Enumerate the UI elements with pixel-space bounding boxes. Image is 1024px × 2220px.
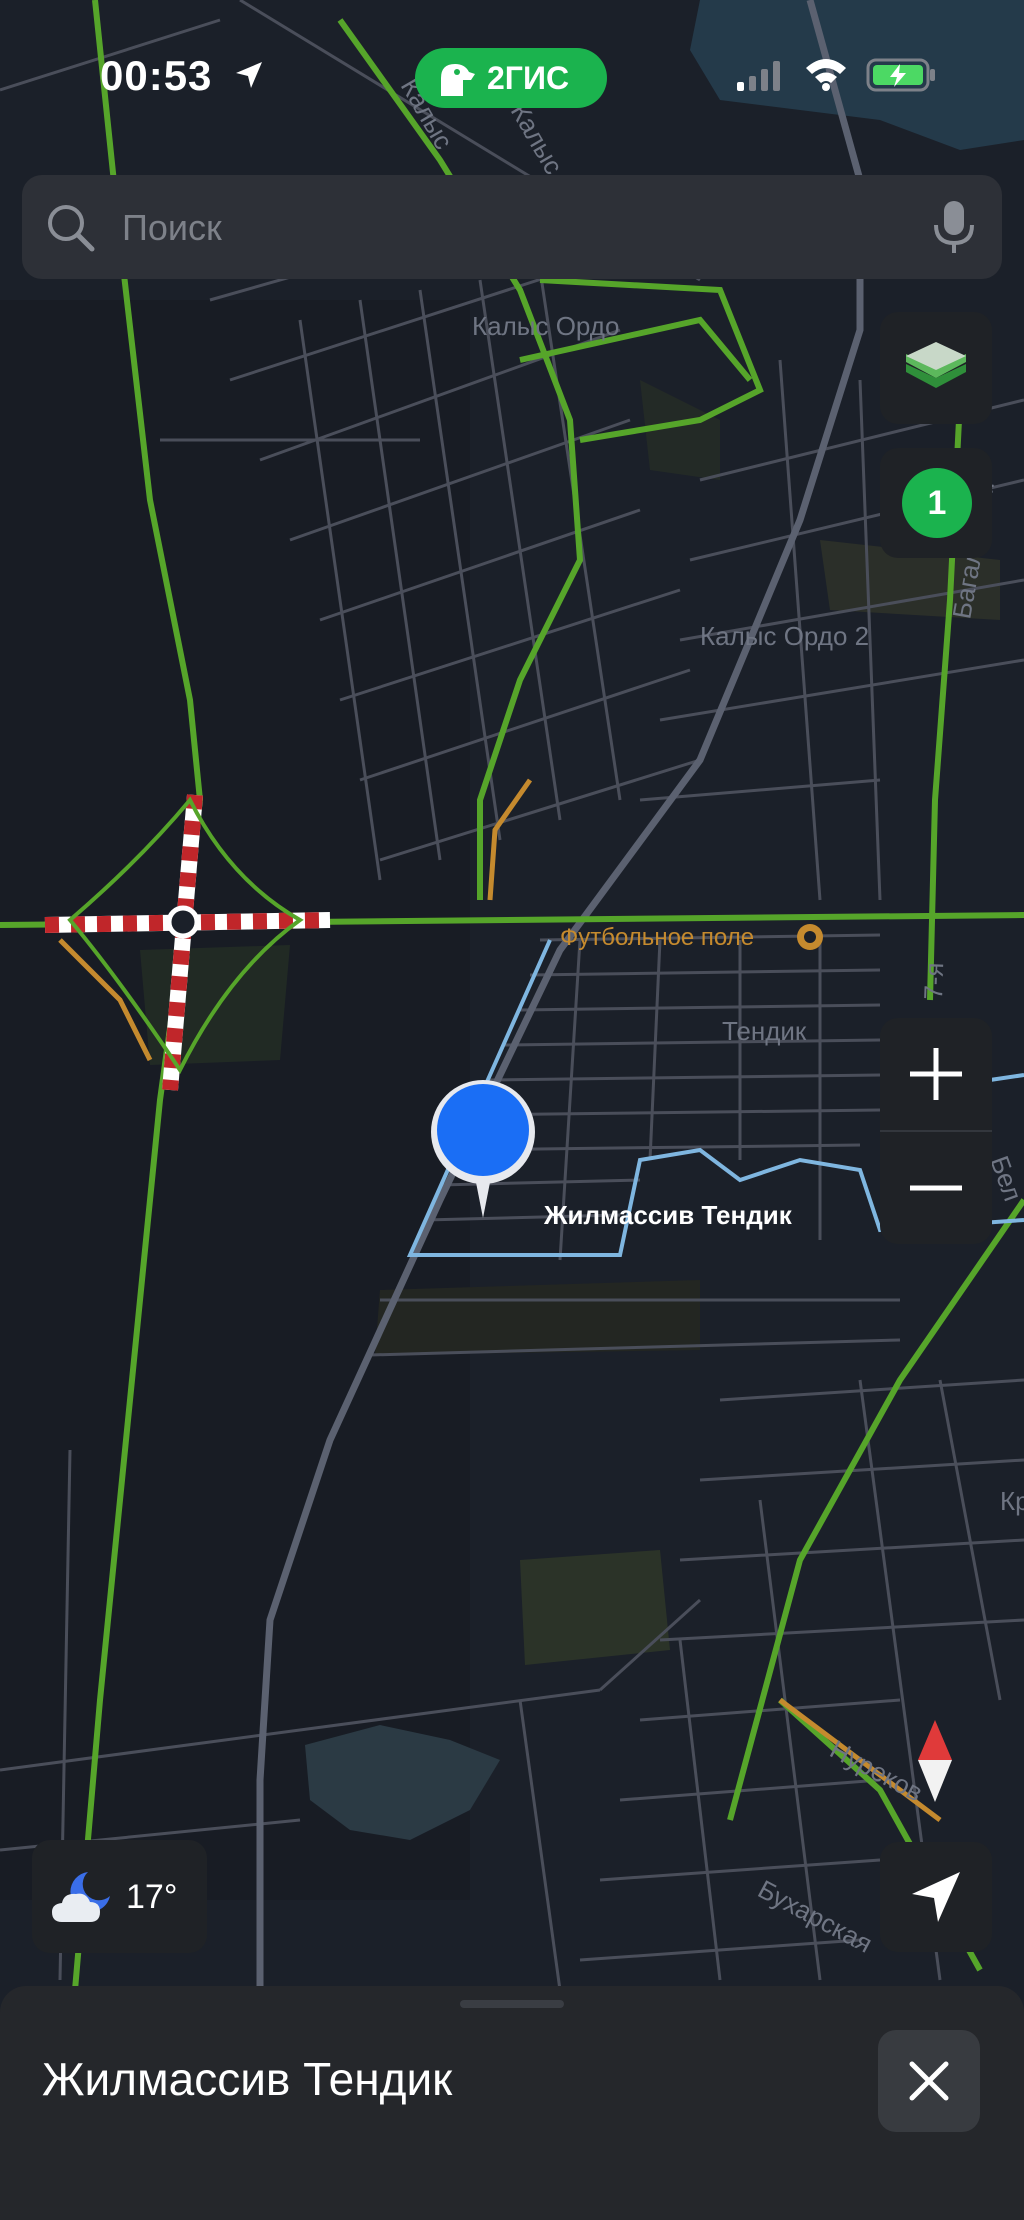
temperature: 17° <box>126 1878 178 1916</box>
signal-icon <box>737 61 780 91</box>
field-area <box>375 1280 700 1355</box>
close-button[interactable] <box>878 2030 980 2132</box>
close-icon <box>909 2061 949 2101</box>
microphone-icon[interactable] <box>932 199 976 255</box>
layers-icon <box>906 342 966 388</box>
brand-badge[interactable]: 2ГИС <box>415 48 607 108</box>
battery-icon <box>866 58 935 92</box>
status-time: 00:53 <box>100 52 213 99</box>
search-icon <box>48 205 95 252</box>
location-arrow-icon <box>236 62 262 88</box>
zoom-in-button[interactable] <box>880 1018 992 1130</box>
football-icon <box>797 924 823 950</box>
bottom-sheet[interactable]: Жилмассив Тендик <box>0 1986 1024 2220</box>
my-location-button[interactable] <box>880 1842 992 1952</box>
place-title: Жилмассив Тендик <box>42 2053 453 2105</box>
label-kalys-orde: Калыс Ордо <box>472 311 619 341</box>
zoom-controls <box>880 1018 992 1244</box>
label-kalys-orde-2: Калыс Ордо 2 <box>700 621 869 651</box>
label-tendik: Тендик <box>722 1016 807 1046</box>
brand-label: 2ГИС <box>487 60 570 96</box>
zoom-out-button[interactable] <box>880 1132 992 1244</box>
status-bar: 00:53 2ГИС <box>0 0 1024 150</box>
label-football-field: Футбольное поле <box>560 924 754 951</box>
friends-button[interactable]: 1 <box>880 448 992 558</box>
sheet-handle[interactable] <box>460 2000 564 2008</box>
dog-logo-icon <box>441 64 475 96</box>
label-street-7ya: 7-я <box>918 962 949 1000</box>
moon-cloud-icon <box>52 1872 110 1922</box>
label-zhilmassiv: Жилмассив Тендик <box>543 1200 793 1230</box>
compass-icon[interactable] <box>912 1718 958 1804</box>
layers-button[interactable] <box>880 312 992 424</box>
counter-badge: 1 <box>902 468 972 538</box>
label-street-kr: Кр <box>1000 1486 1024 1516</box>
wifi-icon <box>806 59 846 91</box>
search-input[interactable]: Поиск <box>122 207 222 249</box>
weather-widget[interactable]: 17° <box>32 1840 207 1953</box>
navigation-arrow-icon <box>912 1872 960 1922</box>
search-bar[interactable]: Поиск <box>22 175 1002 279</box>
